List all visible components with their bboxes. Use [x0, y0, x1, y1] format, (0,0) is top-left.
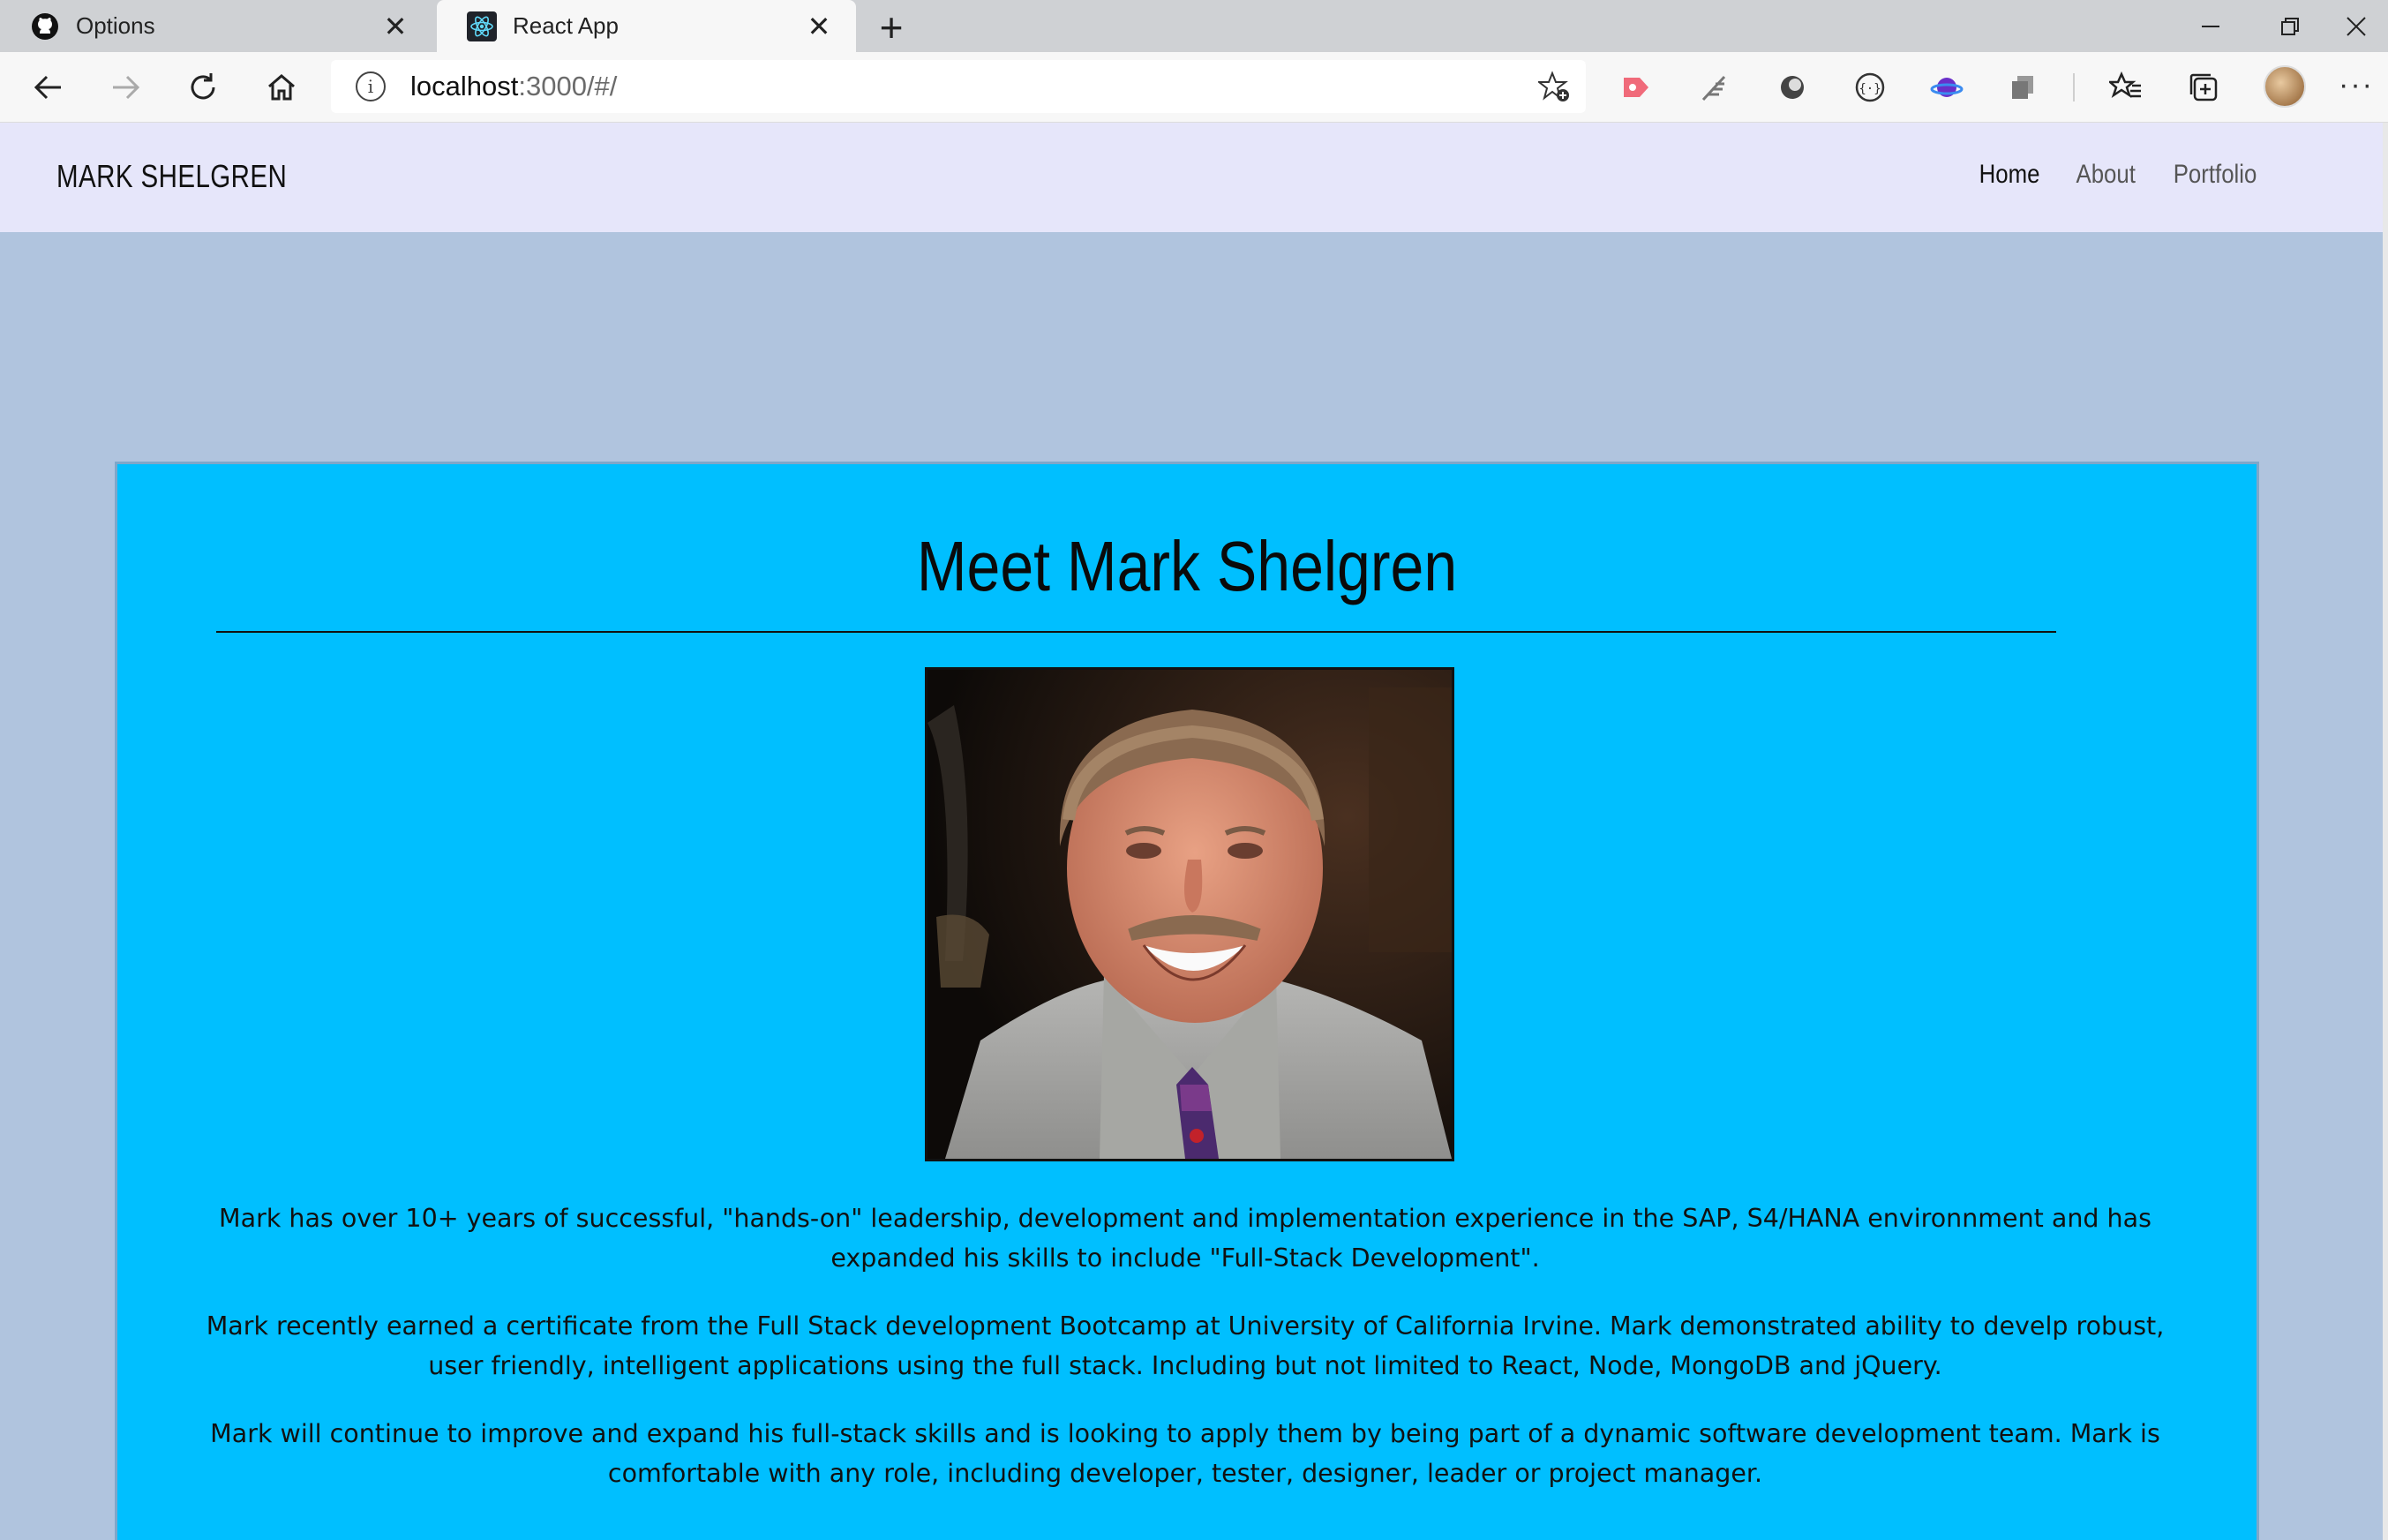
more-options-icon[interactable]: ··· — [2339, 68, 2374, 102]
svg-text:{·}: {·} — [1859, 82, 1881, 96]
new-tab-icon[interactable]: + — [869, 4, 913, 51]
profile-avatar[interactable] — [2264, 65, 2306, 108]
extension-planet-icon[interactable] — [1929, 70, 1964, 105]
react-icon — [467, 11, 497, 41]
tab-title: React App — [513, 12, 619, 39]
site-info-icon[interactable]: i — [356, 71, 386, 101]
url-text[interactable]: localhost:3000/#/ — [410, 71, 617, 102]
tab-bar: Options ✕ React App ✕ + — [0, 0, 2388, 52]
extension-feather-icon[interactable] — [1696, 70, 1731, 105]
back-icon[interactable] — [22, 61, 75, 114]
collections-icon[interactable] — [2186, 70, 2221, 105]
bio-paragraph-3: Mark will continue to improve and expand… — [210, 1419, 2160, 1488]
browser-toolbar: i localhost:3000/#/ {·} ··· — [0, 52, 2388, 123]
scrollbar[interactable] — [2383, 123, 2388, 1540]
tab-react-app[interactable]: React App ✕ — [437, 0, 856, 52]
profile-photo — [925, 667, 1454, 1161]
close-icon[interactable]: ✕ — [378, 10, 413, 43]
restore-icon[interactable] — [2255, 0, 2325, 52]
tab-title: Options — [76, 12, 155, 39]
extension-copy-icon[interactable] — [2006, 70, 2041, 105]
extension-red-icon[interactable] — [1618, 70, 1654, 105]
close-window-icon[interactable] — [2321, 0, 2388, 52]
page-viewport: MARK SHELGREN Home About Portfolio Meet … — [0, 123, 2388, 1540]
bio-paragraph-2: Mark recently earned a certificate from … — [206, 1311, 2165, 1380]
site-navbar: MARK SHELGREN Home About Portfolio — [0, 123, 2383, 232]
title-divider — [216, 631, 2056, 633]
intro-card: Meet Mark Shelgren Mark has over 10+ yea… — [115, 462, 2259, 1540]
nav-home[interactable]: Home — [1979, 160, 2039, 190]
nav-links: Home About Portfolio — [1974, 160, 2264, 190]
extension-code-icon[interactable]: {·} — [1852, 70, 1888, 105]
page-title: Meet Mark Shelgren — [916, 527, 1458, 605]
add-favorite-icon[interactable] — [1536, 71, 1570, 107]
minimize-icon[interactable] — [2175, 0, 2246, 52]
home-icon[interactable] — [255, 61, 308, 114]
favorites-icon[interactable] — [2108, 70, 2144, 105]
github-icon — [30, 11, 60, 41]
close-icon[interactable]: ✕ — [801, 10, 837, 43]
nav-portfolio[interactable]: Portfolio — [2174, 160, 2257, 190]
tab-options[interactable]: Options ✕ — [0, 0, 432, 52]
forward-icon[interactable] — [99, 61, 152, 114]
reload-icon[interactable] — [176, 61, 229, 114]
address-bar[interactable]: i localhost:3000/#/ — [331, 60, 1586, 113]
extension-circle-icon[interactable] — [1775, 70, 1810, 105]
toolbar-separator — [2073, 73, 2075, 101]
bio-paragraph-1: Mark has over 10+ years of successful, "… — [219, 1204, 2151, 1273]
nav-about[interactable]: About — [2076, 160, 2135, 190]
site-brand[interactable]: MARK SHELGREN — [56, 158, 287, 195]
